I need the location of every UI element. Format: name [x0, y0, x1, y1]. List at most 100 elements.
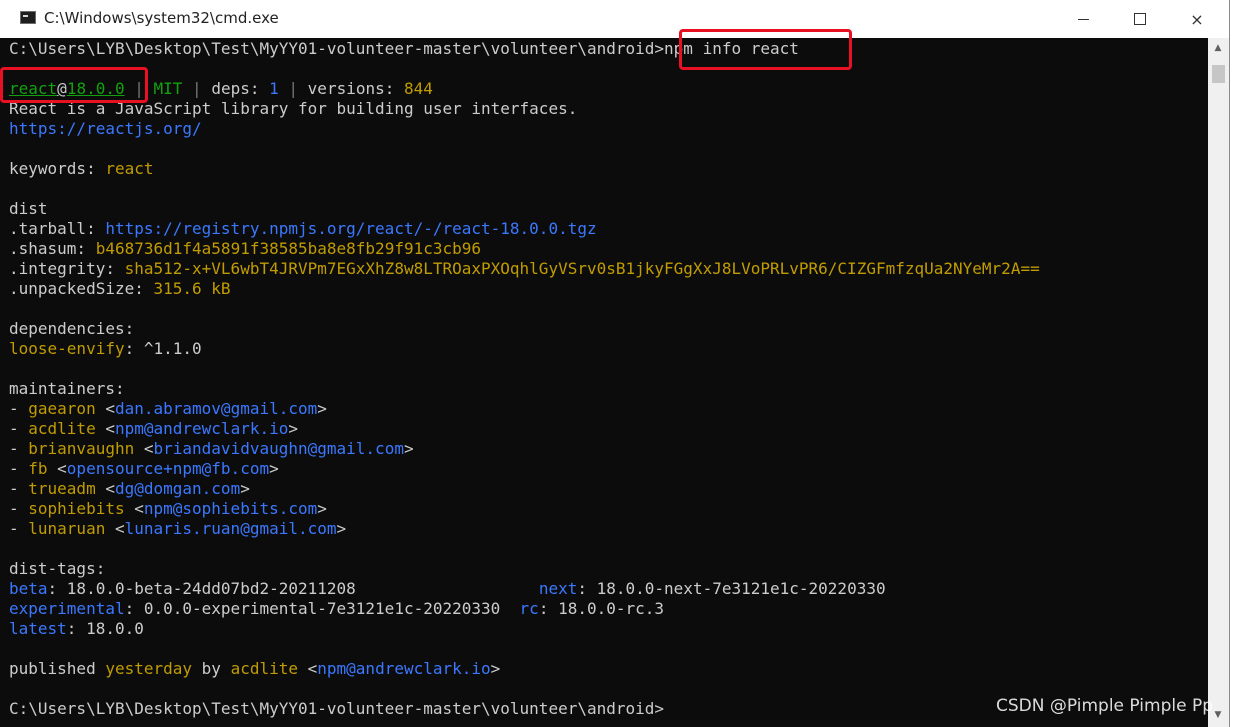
- watermark: CSDN @Pimple Pimple Pp: [996, 696, 1213, 716]
- terminal-text: dan.abramov@gmail.com: [114, 399, 318, 418]
- terminal-text: dist: [9, 199, 48, 218]
- terminal-text: -: [9, 519, 29, 538]
- terminal-text: b468736d1f4a5891f38585ba8e8fb29f91c3cb96: [95, 239, 482, 258]
- terminal-line: maintainers:: [9, 379, 125, 399]
- terminal-line: .unpackedSize: 315.6 kB: [9, 279, 231, 299]
- terminal-text: >: [317, 499, 327, 518]
- terminal-text: latest: [9, 619, 67, 638]
- terminal-text: rc: [519, 599, 539, 618]
- terminal-text: -: [9, 399, 29, 418]
- terminal-text: >: [269, 459, 279, 478]
- terminal-line: - sophiebits <npm@sophiebits.com>: [9, 499, 327, 519]
- terminal-text: .unpackedSize:: [9, 279, 154, 298]
- terminal-text: .integrity:: [9, 259, 125, 278]
- terminal-text: <: [95, 399, 115, 418]
- terminal-text: maintainers:: [9, 379, 125, 398]
- terminal-text: experimental: [9, 599, 125, 618]
- command-highlight-box: [679, 29, 852, 70]
- terminal-text: : 18.0.0-beta-24dd07bd2-20211208: [47, 579, 539, 598]
- terminal-text: npm@andrewclark.io: [114, 419, 289, 438]
- terminal-text: sha512-x+VL6wbT4JRVPm7EGxXhZ8w8LTROaxPXO…: [124, 259, 1040, 278]
- terminal-output[interactable]: C:\Users\LYB\Desktop\Test\MyYY01-volunte…: [0, 38, 1208, 727]
- terminal-text: acdlite: [230, 659, 298, 678]
- terminal-text: -: [9, 499, 29, 518]
- terminal-text: <: [105, 519, 125, 538]
- terminal-text: -: [9, 459, 29, 478]
- terminal-text: <: [47, 459, 67, 478]
- terminal-text: versions:: [307, 79, 404, 98]
- terminal-text: lunaris.ruan@gmail.com: [124, 519, 337, 538]
- minimize-button[interactable]: [1060, 0, 1106, 38]
- terminal-line: keywords: react: [9, 159, 154, 179]
- terminal-line: experimental: 0.0.0-experimental-7e3121e…: [9, 599, 664, 619]
- terminal-text: npm@sophiebits.com: [143, 499, 318, 518]
- scrollbar-thumb[interactable]: [1212, 65, 1225, 83]
- terminal-text: |: [278, 79, 308, 98]
- close-icon: ×: [1190, 9, 1204, 29]
- terminal-text: yesterday: [105, 659, 193, 678]
- terminal-text: brianvaughn: [28, 439, 135, 458]
- terminal-text: <: [95, 479, 115, 498]
- terminal-text: 315.6 kB: [153, 279, 231, 298]
- terminal-text: >: [288, 419, 298, 438]
- terminal-text: trueadm: [28, 479, 96, 498]
- title-bar[interactable]: C:\Windows\system32\cmd.exe ×: [0, 0, 1229, 38]
- terminal-text: fb: [28, 459, 48, 478]
- terminal-text: npm@andrewclark.io: [317, 659, 491, 678]
- terminal-text: keywords:: [9, 159, 106, 178]
- terminal-text: >: [490, 659, 501, 678]
- vertical-scrollbar[interactable]: ▲ ▼: [1208, 38, 1229, 727]
- cmd-window: C:\Windows\system32\cmd.exe × C:\Users\L…: [0, 0, 1230, 727]
- terminal-text: loose-envify: [9, 339, 125, 358]
- terminal-text: published: [9, 659, 106, 678]
- terminal-text: <: [124, 499, 144, 518]
- terminal-text: dependencies:: [9, 319, 135, 338]
- terminal-text: -: [9, 479, 29, 498]
- terminal-line: .tarball: https://registry.npmjs.org/rea…: [9, 219, 597, 239]
- terminal-line: dist: [9, 199, 48, 219]
- terminal-text: next: [538, 579, 578, 598]
- terminal-text: gaearon: [28, 399, 96, 418]
- terminal-text: >: [403, 439, 414, 458]
- terminal-text: : 18.0.0: [66, 619, 144, 638]
- background-window-edge: [1230, 0, 1239, 727]
- maximize-icon: [1134, 13, 1146, 25]
- terminal-text: >: [336, 519, 347, 538]
- terminal-line: - gaearon <dan.abramov@gmail.com>: [9, 399, 327, 419]
- terminal-text: >: [317, 399, 327, 418]
- terminal-text: >: [240, 479, 250, 498]
- terminal-text: -: [9, 419, 29, 438]
- maximize-button[interactable]: [1117, 0, 1163, 38]
- terminal-text: deps:: [211, 79, 270, 98]
- terminal-text: |: [182, 79, 212, 98]
- terminal-line: .shasum: b468736d1f4a5891f38585ba8e8fb29…: [9, 239, 481, 259]
- terminal-text: <: [134, 439, 154, 458]
- terminal-text: beta: [9, 579, 48, 598]
- terminal-text: C:\Users\LYB\Desktop\Test\MyYY01-volunte…: [9, 699, 665, 718]
- terminal-line: dependencies:: [9, 319, 134, 339]
- terminal-line: - fb <opensource+npm@fb.com>: [9, 459, 279, 479]
- terminal-line: - acdlite <npm@andrewclark.io>: [9, 419, 298, 439]
- package-version-highlight-box: [0, 67, 148, 103]
- terminal-line: - brianvaughn <briandavidvaughn@gmail.co…: [9, 439, 414, 459]
- chevron-up-icon[interactable]: ▲: [1212, 42, 1224, 54]
- terminal-text: 1: [269, 79, 279, 98]
- terminal-text: .shasum:: [9, 239, 96, 258]
- terminal-text: react: [105, 159, 154, 178]
- terminal-line: dist-tags:: [9, 559, 105, 579]
- terminal-text: acdlite: [28, 419, 96, 438]
- window-title: C:\Windows\system32\cmd.exe: [44, 9, 279, 27]
- close-button[interactable]: ×: [1174, 0, 1220, 38]
- terminal-text: MIT: [153, 79, 183, 98]
- terminal-text: dist-tags:: [9, 559, 106, 578]
- minimize-icon: [1077, 18, 1089, 20]
- terminal-text: lunaruan: [28, 519, 106, 538]
- terminal-line: - trueadm <dg@domgan.com>: [9, 479, 250, 499]
- terminal-line: https://reactjs.org/: [9, 119, 202, 139]
- terminal-text: <: [95, 419, 115, 438]
- terminal-text: https://reactjs.org/: [9, 119, 202, 138]
- chevron-down-icon[interactable]: ▼: [1212, 709, 1224, 721]
- terminal-text: : 0.0.0-experimental-7e3121e1c-20220330: [124, 599, 520, 618]
- cmd-app-icon: [20, 11, 36, 24]
- terminal-line: C:\Users\LYB\Desktop\Test\MyYY01-volunte…: [9, 699, 664, 719]
